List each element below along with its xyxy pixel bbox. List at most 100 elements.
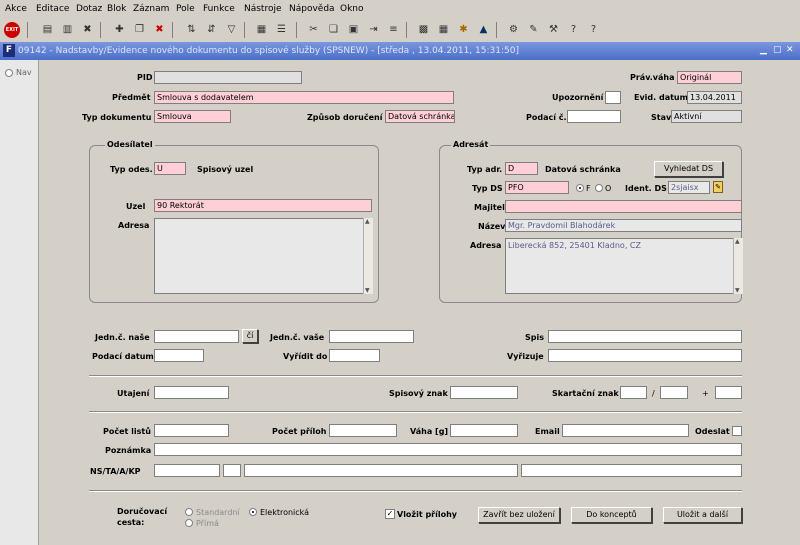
- sort-desc-icon[interactable]: ⇵: [204, 22, 219, 37]
- nav-radio[interactable]: [5, 69, 13, 77]
- paste-icon[interactable]: ▣: [346, 22, 361, 37]
- skartacni-znak-field-3[interactable]: [715, 386, 742, 399]
- radio-elektronicka[interactable]: [249, 508, 257, 516]
- zavrit-bez-ulozeni-button[interactable]: Zavřít bez uložení: [478, 507, 560, 523]
- skartacni-znak-field-1[interactable]: [620, 386, 647, 399]
- vyridit-do-field[interactable]: [329, 349, 380, 362]
- table-icon[interactable]: ▦: [436, 22, 451, 37]
- adresat-adresa-scrollbar[interactable]: ▲ ▼: [733, 238, 743, 294]
- help-icon[interactable]: ?: [566, 22, 581, 37]
- edit-ident-icon[interactable]: ✎: [713, 181, 723, 193]
- menu-dotaz[interactable]: Dotaz: [76, 4, 102, 14]
- menu-okno[interactable]: Okno: [340, 4, 364, 14]
- clipboard-icon[interactable]: ❏: [326, 22, 341, 37]
- print-icon[interactable]: ▥: [60, 22, 75, 37]
- radio-f[interactable]: [576, 184, 584, 192]
- zpusob-doruceni-label: Způsob doručení: [307, 113, 383, 122]
- prav-vaha-field[interactable]: Originál: [677, 71, 742, 84]
- skartacni-znak-field-2[interactable]: [660, 386, 688, 399]
- uzel-field[interactable]: 90 Rektorát: [154, 199, 372, 212]
- menu-pole[interactable]: Pole: [176, 4, 195, 14]
- pid-field[interactable]: [154, 71, 302, 84]
- podaci-datum-field[interactable]: [154, 349, 204, 362]
- vaha-field[interactable]: [450, 424, 518, 437]
- minimize-icon[interactable]: ▁: [760, 45, 767, 55]
- stav-field[interactable]: Aktivní: [671, 110, 742, 123]
- typ-adr-field[interactable]: D: [505, 162, 538, 175]
- menu-zaznam[interactable]: Záznam: [133, 4, 169, 14]
- vyrizuje-field[interactable]: [548, 349, 742, 362]
- list-icon[interactable]: ☰: [274, 22, 289, 37]
- filter-icon[interactable]: ▽: [224, 22, 239, 37]
- menu-napoveda[interactable]: Nápověda: [289, 4, 335, 14]
- scroll-down-icon[interactable]: ▼: [365, 287, 370, 294]
- ci-button[interactable]: čí: [242, 329, 258, 343]
- cut-icon[interactable]: ✂: [306, 22, 321, 37]
- pocet-priloh-field[interactable]: [329, 424, 397, 437]
- menu-nastroje[interactable]: Nástroje: [244, 4, 282, 14]
- odeslat-checkbox[interactable]: [732, 426, 742, 436]
- sort-asc-icon[interactable]: ⇅: [184, 22, 199, 37]
- settings-icon[interactable]: ⚙: [506, 22, 521, 37]
- delete-record-icon[interactable]: ✖: [80, 22, 95, 37]
- radio-standardni[interactable]: [185, 508, 193, 516]
- maximize-icon[interactable]: ▢: [773, 45, 782, 55]
- insert-icon[interactable]: ✚: [112, 22, 127, 37]
- ns-field-3[interactable]: [244, 464, 518, 477]
- upozorneni-field[interactable]: [605, 91, 621, 104]
- copy-icon[interactable]: ❐: [132, 22, 147, 37]
- jedn-nase-field[interactable]: [154, 330, 239, 343]
- ns-field-1[interactable]: [154, 464, 220, 477]
- evid-datum-field[interactable]: 13.04.2011: [687, 91, 742, 104]
- context-help-icon[interactable]: ?: [586, 22, 601, 37]
- adresat-adresa-field[interactable]: Liberecká 852, 25401 Kladno, CZ: [505, 238, 742, 294]
- typ-odes-field[interactable]: U: [154, 162, 186, 175]
- pocet-listu-field[interactable]: [154, 424, 229, 437]
- spisovy-znak-field[interactable]: [450, 386, 518, 399]
- radio-prima[interactable]: [185, 519, 193, 527]
- zpusob-doruceni-field[interactable]: Datová schránka: [385, 110, 455, 123]
- menu-blok[interactable]: Blok: [107, 4, 126, 14]
- triangle-icon[interactable]: ▲: [476, 22, 491, 37]
- close-icon[interactable]: ✕: [786, 45, 794, 55]
- ns-field-2[interactable]: [223, 464, 241, 477]
- vlozit-prilohy-checkbox[interactable]: ✓: [385, 509, 395, 519]
- save-icon[interactable]: ▤: [40, 22, 55, 37]
- podaci-cislo-field[interactable]: [567, 110, 621, 123]
- lines-icon[interactable]: ≡: [386, 22, 401, 37]
- report-icon[interactable]: ▦: [254, 22, 269, 37]
- predmet-field[interactable]: Smlouva s dodavatelem: [154, 91, 454, 104]
- scroll-up-icon[interactable]: ▲: [735, 238, 740, 245]
- ns-field-4[interactable]: [521, 464, 742, 477]
- tool-icon[interactable]: ⚒: [546, 22, 561, 37]
- odeslat-label: Odeslat: [695, 427, 730, 436]
- radio-o[interactable]: [595, 184, 603, 192]
- menu-funkce[interactable]: Funkce: [203, 4, 235, 14]
- do-konceptu-button[interactable]: Do konceptů: [571, 507, 652, 523]
- calc-icon[interactable]: ▩: [416, 22, 431, 37]
- remove-icon[interactable]: ✖: [152, 22, 167, 37]
- typ-ds-field[interactable]: PFO: [505, 181, 569, 194]
- jedn-vase-field[interactable]: [329, 330, 414, 343]
- vyhledat-ds-button[interactable]: Vyhledat DS: [654, 161, 723, 177]
- note-icon[interactable]: ✎: [526, 22, 541, 37]
- nazev-field[interactable]: Mgr. Pravdomil Blahodárek: [505, 219, 742, 232]
- utajeni-field[interactable]: [154, 386, 229, 399]
- odesilatel-adresa-field[interactable]: [154, 218, 372, 294]
- menu-editace[interactable]: Editace: [36, 4, 69, 14]
- exit-icon[interactable]: EXIT: [4, 22, 20, 38]
- menu-akce[interactable]: Akce: [5, 4, 27, 14]
- poznamka-field[interactable]: [154, 443, 742, 456]
- scroll-up-icon[interactable]: ▲: [365, 218, 370, 225]
- spis-field[interactable]: [548, 330, 742, 343]
- indent-icon[interactable]: ⇥: [366, 22, 381, 37]
- majitel-field[interactable]: [505, 200, 742, 213]
- evid-datum-label: Evid. datum: [634, 93, 688, 102]
- odesilatel-adresa-scrollbar[interactable]: ▲ ▼: [363, 218, 373, 294]
- star-icon[interactable]: ✱: [456, 22, 471, 37]
- ident-ds-field[interactable]: 2sjaisx: [668, 181, 710, 194]
- typ-dokumentu-field[interactable]: Smlouva: [154, 110, 231, 123]
- ulozit-a-dalsi-button[interactable]: Uložit a další: [663, 507, 742, 523]
- email-field[interactable]: [562, 424, 689, 437]
- scroll-down-icon[interactable]: ▼: [735, 287, 740, 294]
